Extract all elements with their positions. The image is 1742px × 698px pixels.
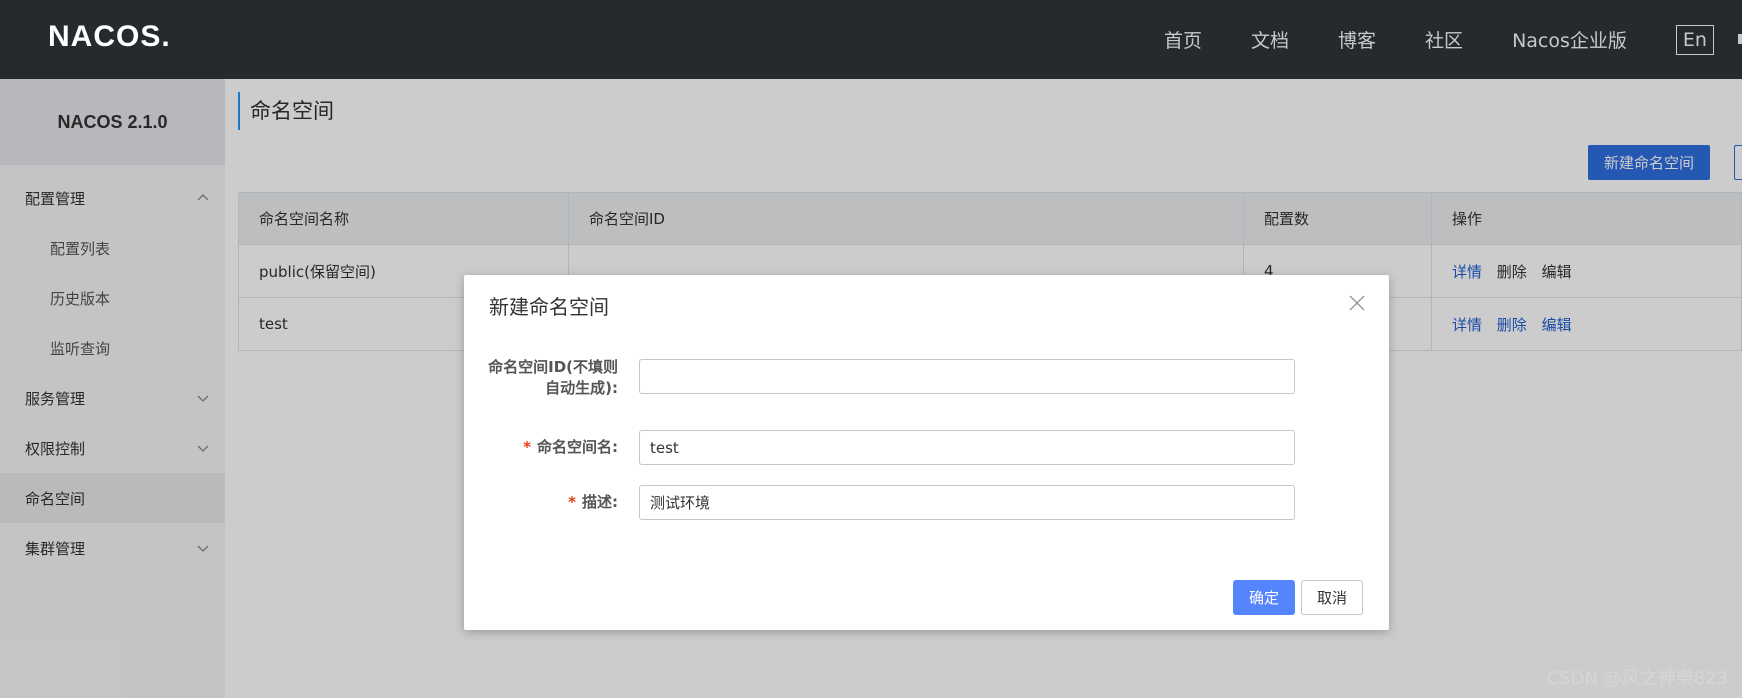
required-mark: * [523, 438, 531, 456]
nav-blog[interactable]: 博客 [1338, 26, 1376, 53]
dialog-title: 新建命名空间 [489, 295, 609, 319]
namespace-name-label-text: 命名空间名: [537, 438, 618, 456]
csdn-watermark: CSDN @风之神樂823 [1546, 668, 1728, 689]
namespace-id-label: 命名空间ID(不填则 自动生成): [468, 357, 618, 399]
description-label: * 描述: [468, 492, 618, 513]
close-icon[interactable] [1347, 293, 1367, 313]
namespace-name-label: * 命名空间名: [468, 437, 618, 458]
nav-overflow-edge [1738, 34, 1742, 44]
top-nav: 首页 文档 博客 社区 Nacos企业版 En [1164, 0, 1714, 79]
namespace-id-label-line2: 自动生成): [545, 379, 618, 397]
top-navbar: NACOS. 首页 文档 博客 社区 Nacos企业版 En [0, 0, 1742, 79]
confirm-button[interactable]: 确定 [1233, 580, 1295, 615]
namespace-id-input[interactable] [639, 359, 1295, 394]
description-input[interactable] [639, 485, 1295, 520]
new-namespace-dialog: 新建命名空间 命名空间ID(不填则 自动生成): * 命名空间名: * 描述: 确定… [464, 275, 1389, 630]
nav-docs[interactable]: 文档 [1251, 26, 1289, 53]
namespace-name-input[interactable] [639, 430, 1295, 465]
required-mark: * [568, 493, 576, 511]
nav-community[interactable]: 社区 [1425, 26, 1463, 53]
nav-enterprise[interactable]: Nacos企业版 [1512, 26, 1627, 53]
nacos-logo[interactable]: NACOS. [48, 20, 171, 54]
namespace-id-label-line1: 命名空间ID(不填则 [488, 358, 618, 376]
cancel-button[interactable]: 取消 [1301, 580, 1363, 615]
description-label-text: 描述: [582, 493, 618, 511]
nav-home[interactable]: 首页 [1164, 26, 1202, 53]
language-switch-button[interactable]: En [1675, 24, 1714, 55]
